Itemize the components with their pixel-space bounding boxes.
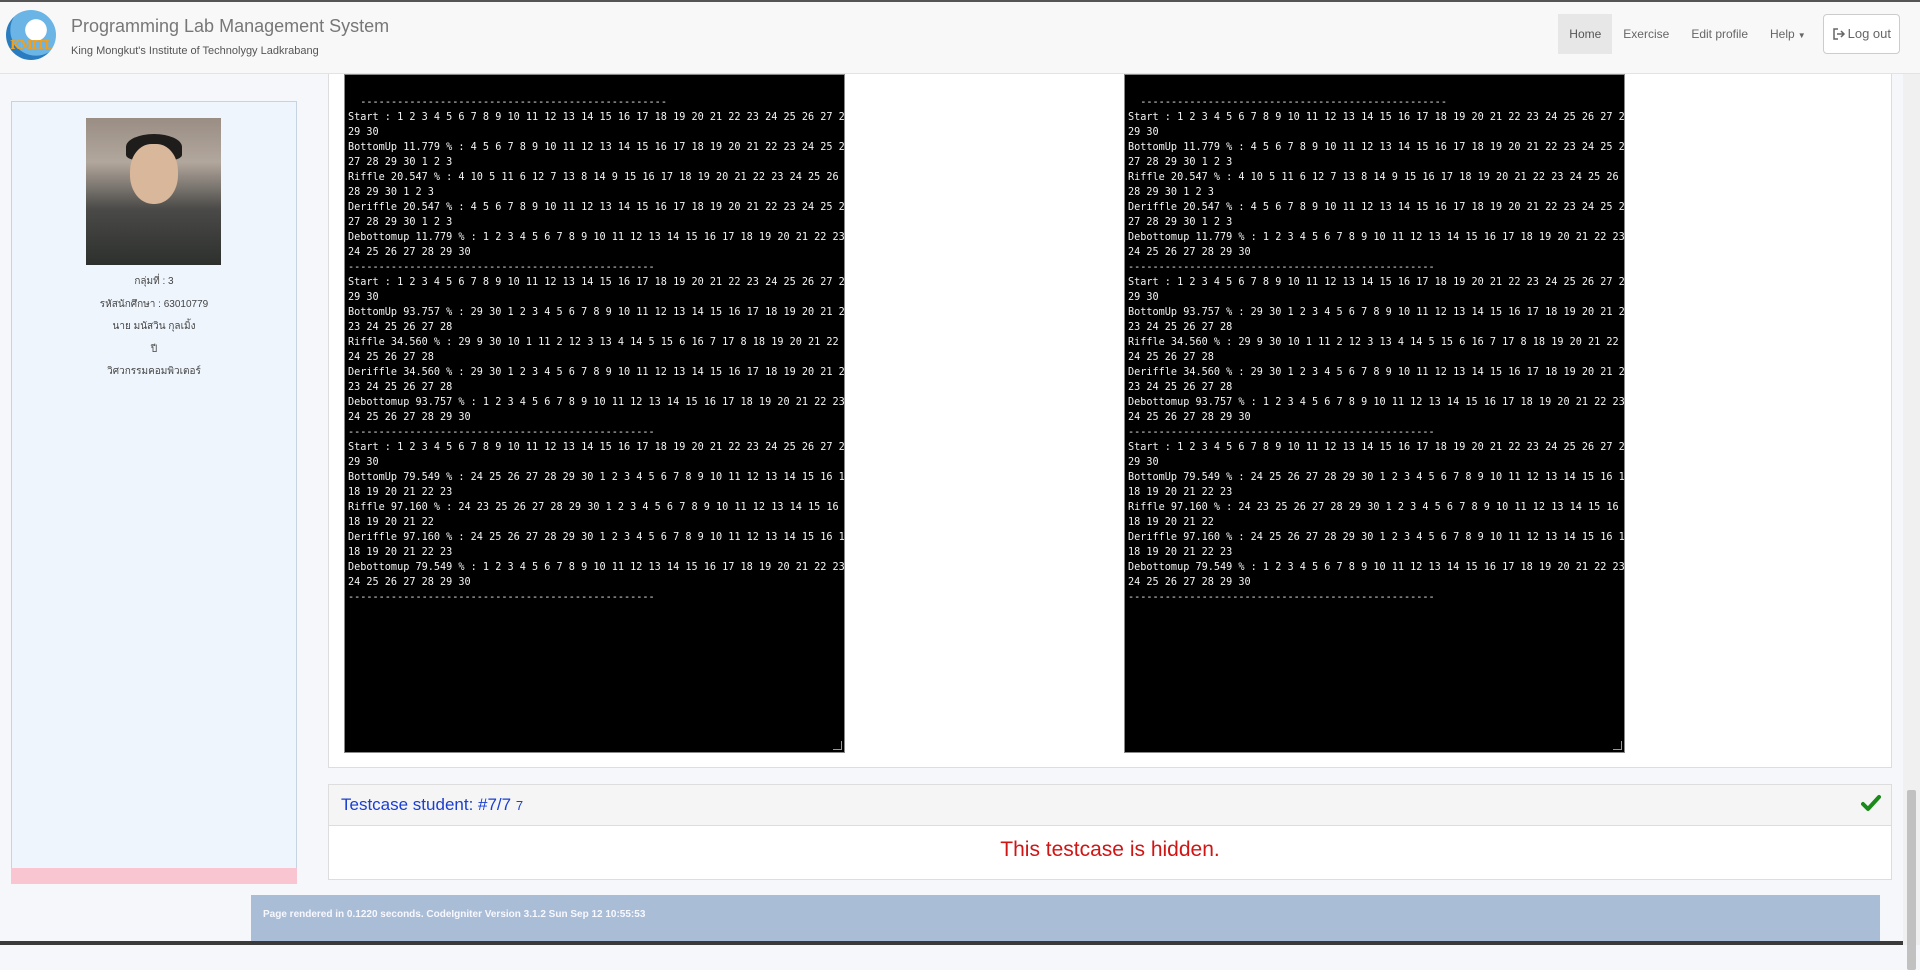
group-label: กลุ่มที่ : 3 [134,276,174,287]
expected-output-box[interactable]: ----------------------------------------… [1124,74,1625,753]
student-output-box[interactable]: ----------------------------------------… [344,74,845,753]
render-info-text: Page rendered in 0.1220 seconds. CodeIgn… [263,909,646,920]
top-navbar: KMITL Programming Lab Management System … [0,0,1920,74]
check-icon [1861,795,1881,811]
page-scrollbar[interactable] [1903,74,1920,970]
testcase-title: Testcase student: #7/7 7 [341,795,523,815]
nav-edit-profile[interactable]: Edit profile [1680,14,1759,54]
kmitl-logo[interactable]: KMITL [6,10,56,60]
resize-handle[interactable] [833,741,842,750]
institute-subtitle: King Mongkut's Institute of Technolygy L… [71,45,319,57]
department-label: วิศวกรรมคอมพิวเตอร์ [107,366,201,377]
expected-output-text: ----------------------------------------… [1128,97,1625,603]
nav-exercise[interactable]: Exercise [1612,14,1680,54]
resize-handle[interactable] [1613,741,1622,750]
nav-help-label: Help [1770,27,1795,41]
app-title[interactable]: Programming Lab Management System [71,16,389,37]
testcase-count-badge: 7 [515,798,524,813]
nav-home[interactable]: Home [1558,14,1613,54]
nav-help[interactable]: Help ▼ [1759,14,1817,54]
logout-button[interactable]: Log out [1822,14,1900,54]
sidebar-bottom-bar [11,868,297,884]
year-label: ปี [150,344,158,355]
window-bottom-edge [0,941,1903,945]
page-footer: Page rendered in 0.1220 seconds. CodeIgn… [251,895,1880,941]
testcase-hidden-message: This testcase is hidden. [1000,838,1220,861]
student-output-text: ----------------------------------------… [348,97,845,603]
logout-label: Log out [1847,26,1891,41]
profile-sidebar: กลุ่มที่ : 3 รหัสนักศึกษา : 63010779 นาย… [11,101,297,884]
logout-icon [1832,28,1845,40]
student-id-label: รหัสนักศึกษา : 63010779 [99,299,209,310]
logo-text: KMITL [10,38,53,52]
student-name-label: นาย มนัสวิน กุลเมิ้ง [112,321,196,332]
testcase-header[interactable]: Testcase student: #7/7 7 [329,785,1891,826]
photo-face [130,144,178,204]
testcase-panel: Testcase student: #7/7 7 This testcase i… [328,784,1892,880]
nav-menu: Home Exercise Edit profile Help ▼ Log out [1558,14,1920,54]
caret-down-icon: ▼ [1797,31,1806,40]
testcase-title-text: Testcase student: #7/7 [341,795,512,814]
scrollbar-thumb[interactable] [1907,790,1916,970]
student-photo [86,118,221,265]
